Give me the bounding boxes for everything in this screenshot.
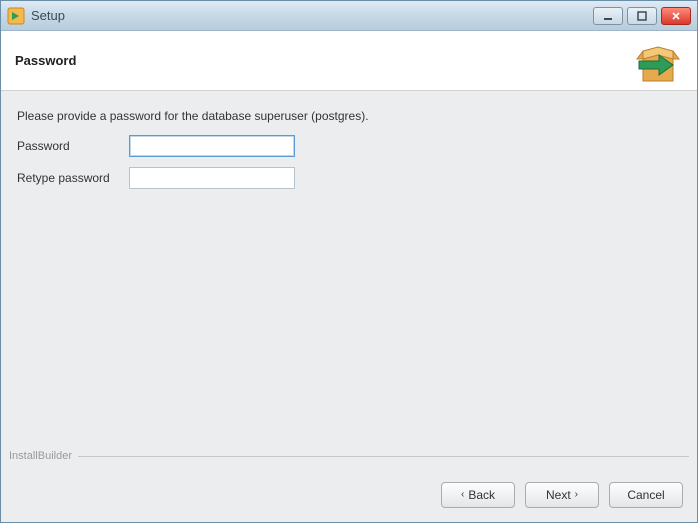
password-label: Password <box>17 139 129 153</box>
branding-text: InstallBuilder <box>9 450 78 462</box>
page-title: Password <box>15 53 76 68</box>
chevron-right-icon: › <box>575 490 578 500</box>
password-row: Password <box>17 135 681 157</box>
branding-divider <box>78 456 689 457</box>
next-button[interactable]: Next › <box>525 482 599 508</box>
chevron-left-icon: ‹ <box>461 490 464 500</box>
cancel-button-label: Cancel <box>627 488 664 502</box>
page-header: Password <box>1 31 697 91</box>
instruction-text: Please provide a password for the databa… <box>17 109 681 123</box>
cancel-button[interactable]: Cancel <box>609 482 683 508</box>
window-title: Setup <box>31 8 593 23</box>
content-area: Please provide a password for the databa… <box>1 91 697 468</box>
window-controls <box>593 7 691 25</box>
back-button-label: Back <box>468 488 495 502</box>
back-button[interactable]: ‹ Back <box>441 482 515 508</box>
next-button-label: Next <box>546 488 571 502</box>
titlebar: Setup <box>1 1 697 31</box>
password-input[interactable] <box>129 135 295 157</box>
setup-window: Setup Password Please provide a password… <box>0 0 698 523</box>
footer: ‹ Back Next › Cancel <box>1 468 697 522</box>
close-button[interactable] <box>661 7 691 25</box>
retype-password-input[interactable] <box>129 167 295 189</box>
retype-password-label: Retype password <box>17 171 129 185</box>
maximize-button[interactable] <box>627 7 657 25</box>
minimize-button[interactable] <box>593 7 623 25</box>
retype-password-row: Retype password <box>17 167 681 189</box>
box-arrow-icon <box>633 37 683 85</box>
app-icon <box>7 7 25 25</box>
branding-strip: InstallBuilder <box>9 450 689 462</box>
